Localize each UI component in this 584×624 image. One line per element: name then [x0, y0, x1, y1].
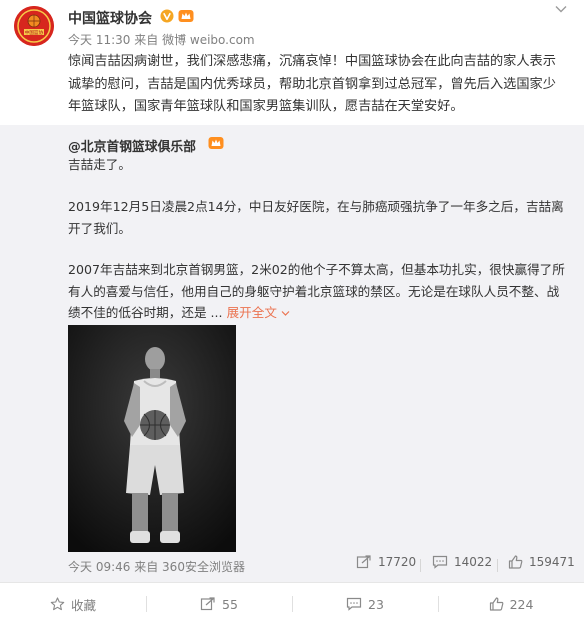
- share-icon: [200, 597, 215, 611]
- author-avatar[interactable]: 中国篮协: [14, 6, 54, 46]
- like-button-count: 224: [509, 596, 534, 612]
- vip-crown-icon[interactable]: [208, 136, 224, 150]
- player-photo-image: [68, 325, 236, 552]
- vip-crown-icon[interactable]: [178, 9, 194, 23]
- repost-source: 来自 360安全浏览器: [134, 560, 245, 574]
- chevron-down-icon[interactable]: [554, 4, 568, 14]
- like-button[interactable]: 224: [438, 583, 584, 624]
- expand-label: 展开全文: [226, 305, 277, 320]
- repost-meta: 今天 09:46 来自 360安全浏览器: [68, 558, 245, 575]
- like-icon: [489, 597, 503, 611]
- repost-button-count: 55: [222, 596, 238, 612]
- cba-logo-icon: 中国篮协: [14, 6, 54, 46]
- share-icon: [356, 555, 371, 569]
- like-icon: [508, 555, 523, 569]
- repost-time[interactable]: 今天 09:46: [68, 560, 130, 574]
- repost-button[interactable]: 55: [146, 583, 292, 624]
- chevron-down-icon: [281, 311, 290, 316]
- comment-count-value: 14022: [454, 555, 493, 569]
- repost-block: @北京首钢篮球俱乐部 吉喆走了。 2019年12月5日凌晨2点14分，中日友好医…: [0, 125, 584, 582]
- action-bar: 收藏 55 23 224: [0, 582, 584, 624]
- favorite-button[interactable]: 收藏: [0, 583, 146, 624]
- comment-button-count: 23: [368, 596, 384, 612]
- post-meta: 今天 11:30 来自 微博 weibo.com: [68, 31, 255, 48]
- repost-count[interactable]: 17720: [356, 555, 416, 569]
- stat-divider: [420, 559, 421, 572]
- expand-full-text-link[interactable]: 展开全文: [227, 305, 290, 320]
- repost-paragraph-3-text: 2007年吉喆来到北京首钢男篮，2米02的他个子不算太高，但基本功扎实，很快赢得…: [68, 262, 565, 320]
- favorite-label: 收藏: [70, 597, 96, 613]
- post-source[interactable]: 微博 weibo.com: [162, 33, 255, 47]
- star-icon: [50, 597, 65, 611]
- repost-author[interactable]: @北京首钢篮球俱乐部: [68, 136, 196, 155]
- verified-v-icon: [160, 9, 174, 23]
- repost-paragraph-3: 2007年吉喆来到北京首钢男篮，2米02的他个子不算太高，但基本功扎实，很快赢得…: [68, 259, 570, 324]
- repost-paragraph-2: 2019年12月5日凌晨2点14分，中日友好医院，在与肺癌顽强抗争了一年多之后，…: [68, 199, 564, 236]
- repost-line-1: 吉喆走了。: [68, 157, 131, 172]
- stat-divider: [497, 559, 498, 572]
- repost-count-value: 17720: [378, 555, 417, 569]
- comment-icon: [432, 555, 448, 569]
- author-name[interactable]: 中国篮球协会: [68, 8, 152, 28]
- post-text: 惊闻吉喆因病谢世，我们深感悲痛，沉痛哀悼！中国篮球协会在此向吉喆的家人表示诚挚的…: [68, 54, 556, 114]
- like-count[interactable]: 159471: [508, 555, 575, 569]
- weibo-post: 中国篮协 中国篮球协会 今天 11:30 来自 微博 weibo.com 惊闻吉…: [0, 0, 584, 624]
- comment-count[interactable]: 14022: [432, 555, 492, 569]
- comment-icon: [346, 597, 362, 611]
- source-prefix: 来自: [134, 33, 159, 47]
- player-photo[interactable]: [68, 325, 236, 552]
- comment-button[interactable]: 23: [292, 583, 438, 624]
- avatar-text: 中国篮协: [25, 29, 44, 36]
- like-count-value: 159471: [529, 555, 575, 569]
- post-time[interactable]: 今天 11:30: [68, 33, 130, 47]
